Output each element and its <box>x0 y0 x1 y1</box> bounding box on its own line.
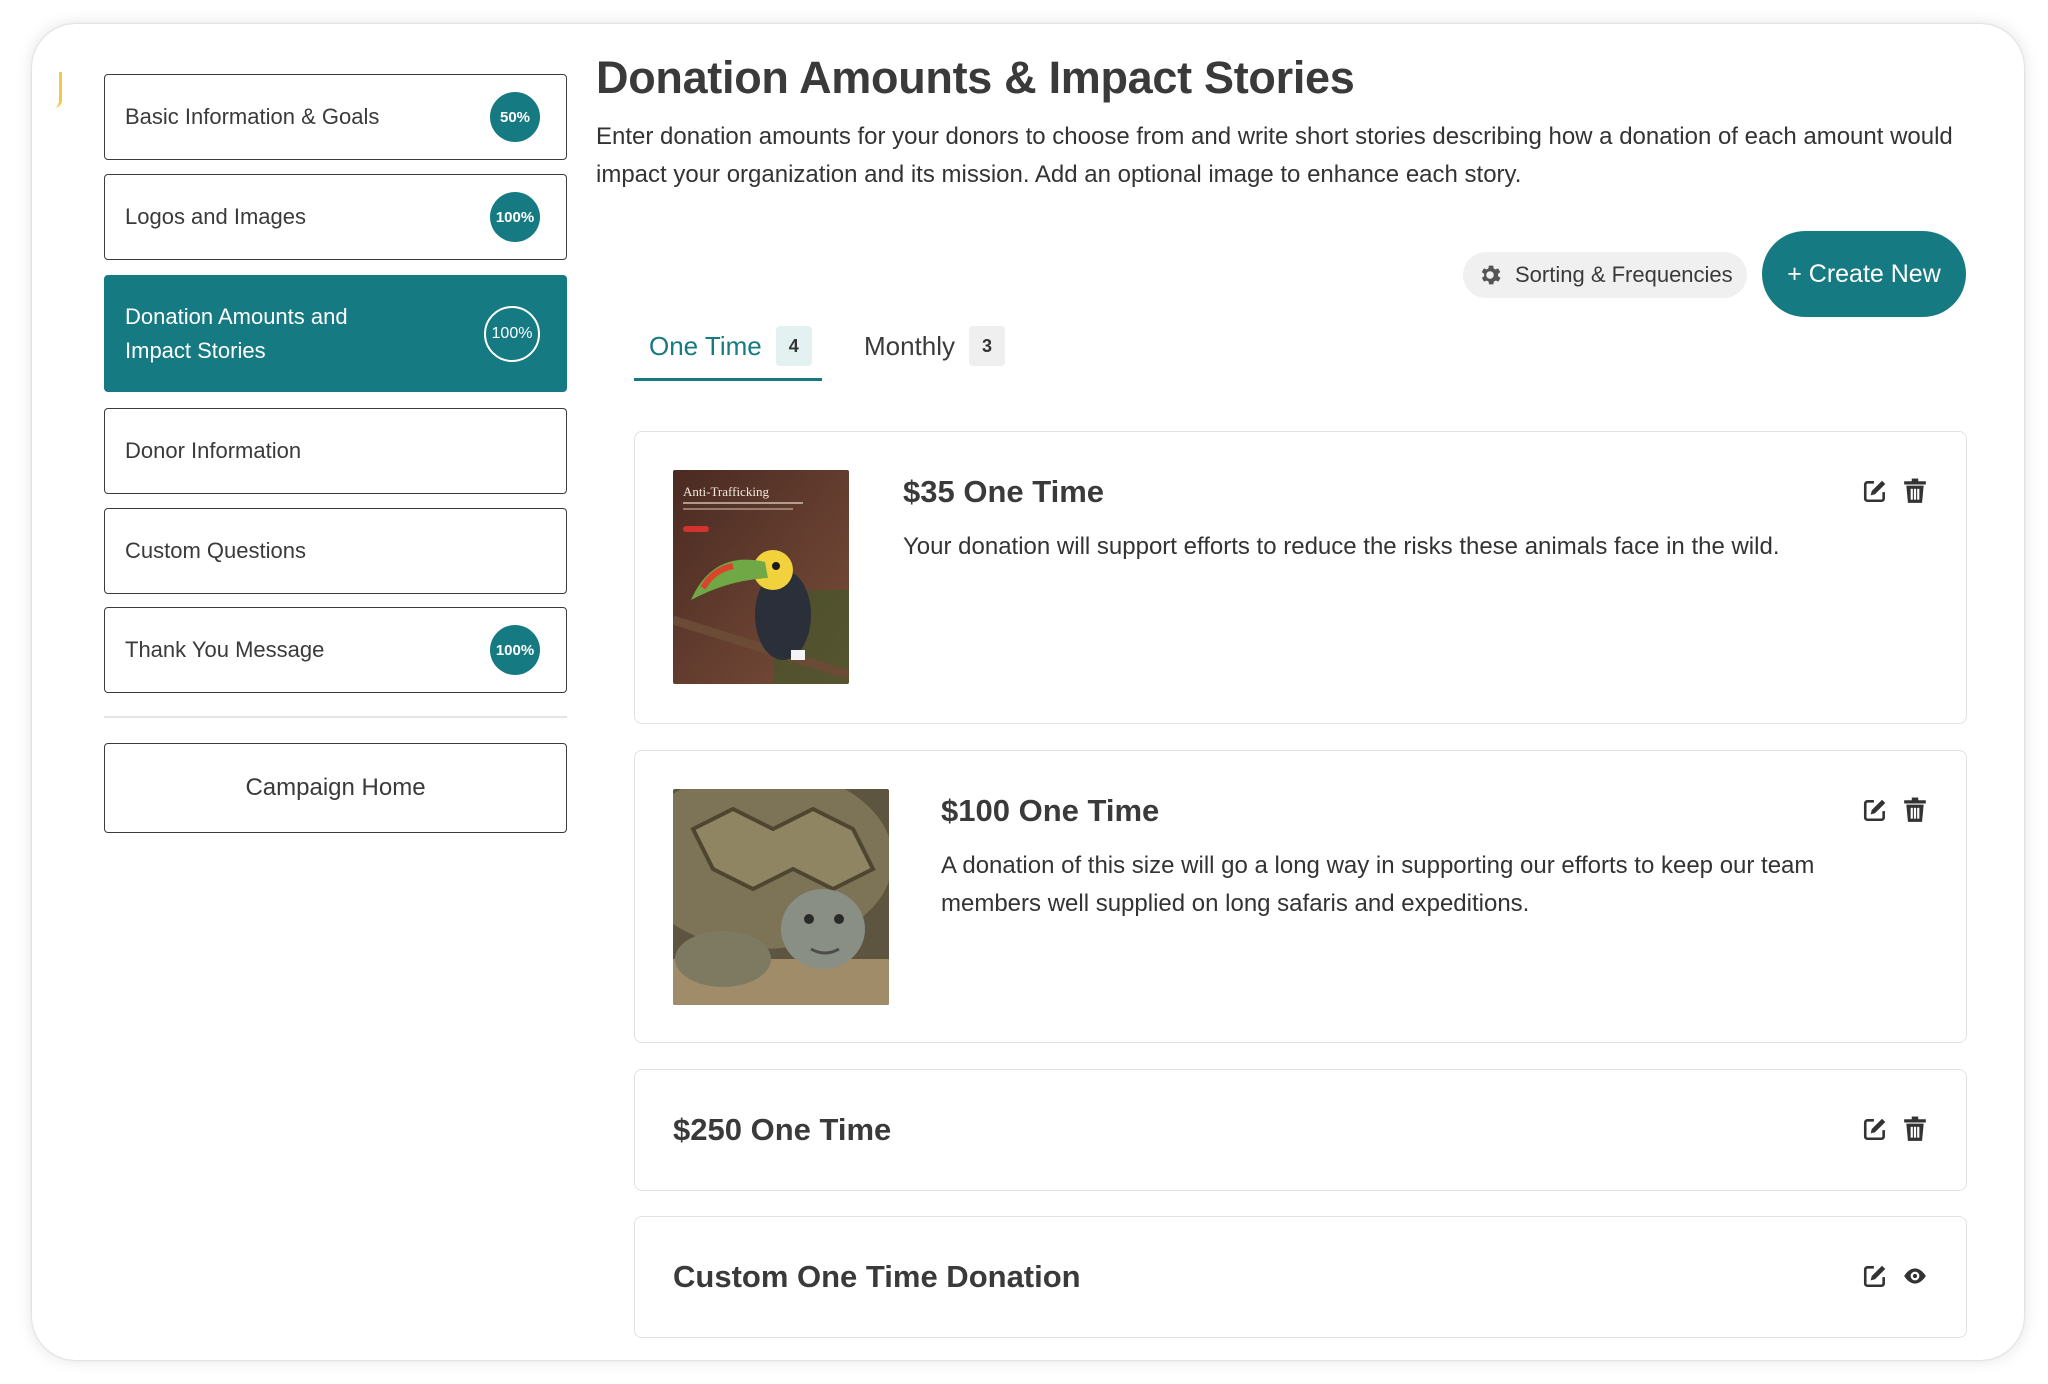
image-caption: Anti-Trafficking <box>683 484 769 499</box>
eye-icon[interactable] <box>1902 1263 1928 1289</box>
progress-badge: 100% <box>484 305 540 362</box>
card-actions <box>1862 478 1928 504</box>
donation-card: Anti-Trafficking $35 One Time Your donat… <box>634 431 1967 724</box>
donation-amount: Custom One Time Donation <box>673 1259 1081 1294</box>
progress-badge: 50% <box>490 92 540 142</box>
campaign-home-button[interactable]: Campaign Home <box>104 743 567 833</box>
card-actions <box>1862 1116 1928 1142</box>
tab-count-badge: 3 <box>969 326 1006 366</box>
donation-amount: $250 One Time <box>673 1112 892 1147</box>
tortoise-image <box>673 789 889 1005</box>
impact-story: A donation of this size will go a long w… <box>941 852 1815 917</box>
sidebar-item-basic-information[interactable]: Basic Information & Goals 50% <box>104 74 567 160</box>
create-new-button[interactable]: + Create New <box>1762 231 1966 317</box>
edit-icon[interactable] <box>1862 1263 1888 1289</box>
sidebar-item-donation-amounts[interactable]: Donation Amounts and Impact Stories 100% <box>104 275 567 392</box>
toucan-image: Anti-Trafficking <box>673 470 849 684</box>
corner-accent <box>54 72 62 108</box>
sidebar-item-thank-you-message[interactable]: Thank You Message 100% <box>104 607 567 693</box>
edit-icon[interactable] <box>1862 797 1888 823</box>
trash-icon[interactable] <box>1902 797 1928 823</box>
sidebar-item-label: Basic Information & Goals <box>125 104 380 129</box>
page-description: Enter donation amounts for your donors t… <box>596 123 1953 188</box>
progress-badge: 100% <box>490 192 540 242</box>
donation-card: Custom One Time Donation <box>634 1216 1967 1338</box>
progress-badge: 100% <box>490 625 540 675</box>
trash-icon[interactable] <box>1902 1116 1928 1142</box>
sidebar-item-label: Custom Questions <box>125 538 306 563</box>
sidebar-item-label: Donation Amounts and Impact Stories <box>125 303 348 363</box>
page-title: Donation Amounts & Impact Stories <box>596 52 1355 103</box>
tab-one-time[interactable]: One Time 4 <box>649 326 812 366</box>
sidebar-item-label: Donor Information <box>125 438 302 463</box>
card-actions <box>1862 797 1928 823</box>
sidebar-item-logos-images[interactable]: Logos and Images 100% <box>104 174 567 260</box>
sidebar-item-label: Logos and Images <box>125 204 307 229</box>
sidebar-item-donor-information[interactable]: Donor Information <box>104 408 567 494</box>
sidebar-divider <box>104 716 567 718</box>
tab-label: Monthly <box>864 330 956 361</box>
sidebar-item-label: Thank You Message <box>125 637 325 662</box>
donation-card: $100 One Time A donation of this size wi… <box>634 750 1967 1043</box>
card-actions <box>1862 1263 1928 1289</box>
gear-icon <box>1475 260 1505 290</box>
donation-card: $250 One Time <box>634 1069 1967 1191</box>
trash-icon[interactable] <box>1902 478 1928 504</box>
donation-amount: $100 One Time <box>941 793 1160 828</box>
edit-icon[interactable] <box>1862 478 1888 504</box>
sorting-label: Sorting & Frequencies <box>1515 262 1733 287</box>
sorting-frequencies-button[interactable]: Sorting & Frequencies <box>1463 252 1747 298</box>
donation-amount: $35 One Time <box>903 474 1105 509</box>
tab-monthly[interactable]: Monthly 3 <box>864 326 1006 366</box>
tab-label: One Time <box>649 330 762 361</box>
sidebar-item-custom-questions[interactable]: Custom Questions <box>104 508 567 594</box>
tab-count-badge: 4 <box>775 326 812 366</box>
edit-icon[interactable] <box>1862 1116 1888 1142</box>
impact-story: Your donation will support efforts to re… <box>903 533 1780 560</box>
active-tab-indicator <box>634 378 822 381</box>
